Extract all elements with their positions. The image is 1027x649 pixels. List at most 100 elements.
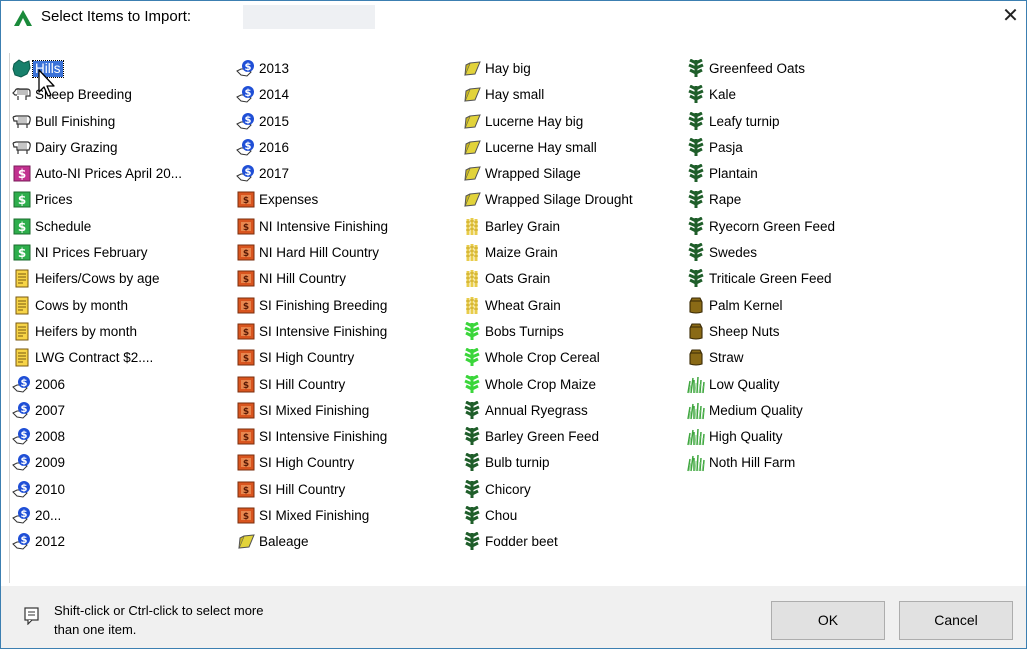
- list-item-label: Hay big: [485, 61, 531, 76]
- forage-crop-icon: [686, 137, 706, 157]
- green-crop-icon: [462, 321, 482, 341]
- list-item-label: Barley Grain: [485, 218, 561, 234]
- svg-text:$: $: [243, 275, 249, 285]
- list-item-label: Straw: [709, 350, 744, 366]
- year-price-icon: $: [12, 375, 32, 394]
- list-item-label: Ryecorn Green Feed: [709, 218, 836, 234]
- list-item-label: Chicory: [485, 481, 531, 497]
- svg-text:$: $: [18, 246, 26, 260]
- list-item-label: Whole Crop Maize: [485, 376, 597, 392]
- grain-icon: [462, 243, 482, 262]
- cattle-icon: [12, 112, 32, 131]
- report-icon: [12, 296, 32, 315]
- list-item-label: NI Intensive Finishing: [259, 218, 389, 234]
- forage-crop-icon: [462, 506, 482, 525]
- forage-crop-icon: [686, 269, 706, 288]
- list-item-label: Triticale Green Feed: [709, 271, 832, 287]
- list-item-label: Prices: [35, 192, 73, 208]
- svg-text:$: $: [243, 433, 249, 443]
- list-item-label: 2014: [259, 87, 290, 103]
- hay-bale-icon: [462, 138, 482, 157]
- list-item-label: Baleage: [259, 534, 309, 550]
- feed-bag-icon: [686, 348, 706, 367]
- list-item-label: Wrapped Silage: [485, 166, 581, 182]
- svg-text:$: $: [243, 302, 249, 312]
- list-item-label: 2015: [259, 113, 290, 129]
- hay-bale-icon: [462, 59, 482, 78]
- expenses-icon: $: [236, 427, 256, 446]
- year-price-icon: $: [12, 506, 32, 525]
- year-price-icon: $: [236, 85, 256, 104]
- report-icon: [12, 269, 32, 288]
- year-price-icon: $: [12, 532, 32, 551]
- expenses-icon: $: [236, 190, 256, 209]
- list-item-label: Plantain: [709, 166, 758, 182]
- expenses-icon: $: [236, 453, 256, 472]
- list-item-label: Sheep Nuts: [709, 323, 780, 339]
- list-item-label: SI Hill Country: [259, 376, 346, 392]
- pasture-icon: [686, 401, 706, 420]
- list-item-label: Wrapped Silage Drought: [485, 192, 633, 208]
- hint-note-icon: [24, 607, 39, 625]
- list-item-label: 20...: [35, 508, 62, 524]
- grain-icon: [462, 296, 482, 315]
- forage-crop-icon: [686, 111, 706, 131]
- close-button[interactable]: ✕: [995, 1, 1026, 31]
- ok-button[interactable]: OK: [771, 601, 885, 640]
- expenses-icon: $: [236, 375, 256, 394]
- year-price-icon: $: [236, 59, 256, 78]
- expenses-icon: $: [236, 348, 256, 367]
- pasture-icon: [686, 427, 706, 446]
- dialog-title: Select Items to Import:: [41, 8, 192, 25]
- hay-bale-icon: [236, 532, 256, 551]
- list-item-label: SI Intensive Finishing: [259, 429, 388, 445]
- list-item-label: Hay small: [485, 87, 545, 103]
- list-item-label: Expenses: [259, 192, 319, 208]
- expenses-icon: $: [236, 217, 256, 236]
- svg-text:$: $: [245, 167, 252, 178]
- price-icon: $: [12, 190, 32, 209]
- list-item-label: Cows by month: [35, 297, 129, 313]
- forage-crop-icon: [686, 216, 706, 236]
- list-item-label: 2012: [35, 534, 66, 550]
- svg-text:$: $: [18, 220, 26, 234]
- list-item-label: Lucerne Hay small: [485, 139, 597, 155]
- svg-text:$: $: [18, 167, 26, 181]
- svg-text:$: $: [243, 381, 249, 391]
- list-item-label: Noth Hill Farm: [709, 455, 796, 471]
- grain-icon: [462, 269, 482, 288]
- list-item-label: Fodder beet: [485, 534, 558, 550]
- expenses-icon: $: [236, 269, 256, 288]
- svg-text:$: $: [243, 459, 249, 469]
- list-item-label: Heifers/Cows by age: [35, 271, 160, 287]
- report-icon: [12, 322, 32, 341]
- list-item-label: SI High Country: [259, 350, 355, 366]
- list-item-label: Pasja: [709, 139, 743, 155]
- price-icon: $: [12, 217, 32, 236]
- import-items-list[interactable]: Hills Sheep Breeding Bull Finishing Dairy G…: [9, 53, 1018, 583]
- forage-crop-icon: [686, 190, 706, 209]
- svg-text:$: $: [245, 62, 252, 73]
- list-item-label: 2017: [259, 166, 290, 182]
- list-item-label: Medium Quality: [709, 402, 803, 418]
- cancel-button[interactable]: Cancel: [899, 601, 1013, 640]
- forage-crop-icon: [462, 532, 482, 551]
- year-price-icon: $: [12, 427, 32, 446]
- project-name-redacted: [243, 5, 375, 29]
- auto-price-icon: $: [12, 164, 32, 183]
- svg-text:$: $: [21, 430, 28, 441]
- import-dialog: Select Items to Import: ✕ Hills Sheep Bre…: [0, 0, 1027, 649]
- title-bar[interactable]: Select Items to Import: ✕: [1, 1, 1026, 32]
- expenses-icon: $: [236, 296, 256, 315]
- year-price-icon: $: [12, 401, 32, 420]
- list-item-label: SI Intensive Finishing: [259, 323, 388, 339]
- farm-map-icon: [12, 59, 32, 78]
- forage-crop-icon: [462, 453, 482, 472]
- list-item-label: Lucerne Hay big: [485, 113, 584, 129]
- svg-text:$: $: [243, 249, 249, 259]
- year-price-icon: $: [12, 480, 32, 499]
- grain-icon: [462, 217, 482, 236]
- hint-line: than one item.: [54, 622, 137, 637]
- feed-bag-icon: [686, 296, 706, 315]
- list-item-label: Schedule: [35, 218, 92, 234]
